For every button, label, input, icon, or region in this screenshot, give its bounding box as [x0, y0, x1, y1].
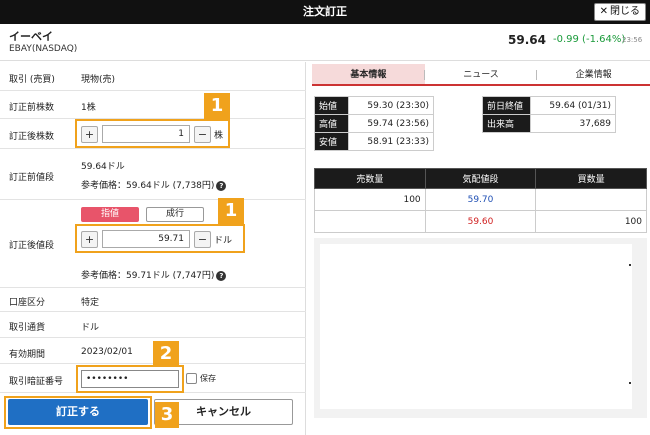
- current-price: 59.64: [508, 33, 546, 47]
- highlight-qty: [75, 119, 230, 148]
- close-button[interactable]: ✕ 閉じる: [593, 3, 646, 21]
- table-row: 安値 58.91 (23:33): [314, 132, 434, 151]
- board-header-buy: 買数量: [535, 168, 647, 189]
- window-titlebar: 注文訂正 ✕ 閉じる: [0, 0, 650, 24]
- open-label: 始値: [314, 96, 349, 115]
- board-buy-qty: 100: [535, 210, 647, 233]
- high-value: 59.74 (23:56): [348, 114, 434, 133]
- table-row: 売数量 気配値段 買数量: [314, 168, 647, 189]
- highlight-pin: [76, 365, 184, 393]
- volume-value: 37,689: [530, 114, 616, 133]
- pin-label: 取引暗証番号: [9, 377, 64, 387]
- limit-order-button[interactable]: 指値: [81, 207, 139, 222]
- low-value: 58.91 (23:33): [348, 132, 434, 151]
- save-pin-label: 保存: [200, 374, 216, 383]
- high-label: 高値: [314, 114, 349, 133]
- save-pin-checkbox[interactable]: [186, 373, 197, 384]
- stock-header: イーベイ EBAY(NASDAQ) 59.64 -0.99 (-1.64%) 2…: [0, 24, 650, 61]
- new-qty-label: 訂正後株数: [9, 132, 55, 142]
- table-row: 高値 59.74 (23:56): [314, 114, 434, 133]
- board-buy-qty: [535, 188, 647, 211]
- board-sell-qty: [314, 210, 426, 233]
- board-ask-price[interactable]: 59.70: [424, 188, 537, 211]
- row-account: 口座区分 特定: [0, 288, 306, 312]
- prev-close-label: 前日終値: [482, 96, 531, 115]
- table-row: 100 59.70: [314, 188, 647, 211]
- market-order-button[interactable]: 成行: [146, 207, 204, 222]
- row-trade-type: 取引 (売買) 現物(売): [0, 62, 306, 91]
- badge-1-qty: 1: [204, 93, 230, 119]
- table-row: 59.60 100: [314, 210, 647, 233]
- prev-price-value: 59.64ドル: [81, 162, 125, 172]
- info-icon[interactable]: ?: [216, 270, 227, 281]
- highlight-submit: [4, 396, 152, 429]
- info-panel: 基本情報 ニュース 企業情報 始値 59.30 (23:30) 高値 59.74…: [312, 62, 650, 435]
- table-row: 出来高 37,689: [482, 114, 616, 133]
- low-label: 安値: [314, 132, 349, 151]
- stock-name: イーベイ: [9, 30, 53, 43]
- price-time: 23:56: [622, 36, 643, 44]
- badge-3-submit: 3: [155, 402, 179, 428]
- prev-close-value: 59.64 (01/31): [530, 96, 616, 115]
- quote-table-left: 始値 59.30 (23:30) 高値 59.74 (23:56) 安値 58.…: [314, 96, 434, 151]
- board-header-sell: 売数量: [314, 168, 426, 189]
- currency-label: 取引通貨: [9, 323, 46, 333]
- board-bid-price[interactable]: 59.60: [424, 210, 537, 233]
- trade-type-label: 取引 (売買): [9, 75, 55, 85]
- chart-marker: [629, 382, 631, 384]
- chart-marker: [629, 264, 631, 266]
- account-value: 特定: [81, 298, 100, 308]
- highlight-price: [75, 224, 245, 253]
- open-value: 59.30 (23:30): [348, 96, 434, 115]
- row-prev-price: 訂正前値段 59.64ドル 参考価格：59.64ドル (7,738円)?: [0, 149, 306, 200]
- info-tabs: 基本情報 ニュース 企業情報: [312, 64, 650, 86]
- close-icon: ✕: [599, 6, 608, 17]
- quote-table-right: 前日終値 59.64 (01/31) 出来高 37,689: [482, 96, 616, 133]
- stock-exchange: EBAY(NASDAQ): [9, 44, 78, 54]
- board-sell-qty: 100: [314, 188, 426, 211]
- price-change: -0.99 (-1.64%): [553, 34, 626, 45]
- tab-company-info[interactable]: 企業情報: [537, 64, 650, 84]
- badge-2-pin: 2: [153, 341, 179, 367]
- trade-type-value: 現物(売): [81, 75, 116, 85]
- new-price-label: 訂正後値段: [9, 241, 55, 251]
- account-label: 口座区分: [9, 298, 46, 308]
- expiry-label: 有効期間: [9, 350, 46, 360]
- info-icon[interactable]: ?: [216, 180, 227, 191]
- order-board: 売数量 気配値段 買数量 100 59.70 59.60 100: [314, 168, 647, 233]
- prev-price-label: 訂正前値段: [9, 173, 55, 183]
- tab-news[interactable]: ニュース: [425, 64, 538, 84]
- chart-area: [314, 238, 647, 418]
- window-title: 注文訂正: [303, 5, 347, 18]
- badge-1-price: 1: [218, 198, 244, 224]
- row-prev-qty: 訂正前株数 1株: [0, 91, 306, 119]
- volume-label: 出来高: [482, 114, 531, 133]
- new-price-ref: 参考価格：59.71ドル (7,747円)?: [81, 268, 227, 281]
- currency-value: ドル: [81, 323, 100, 333]
- table-row: 始値 59.30 (23:30): [314, 96, 434, 115]
- tab-basic-info[interactable]: 基本情報: [312, 64, 425, 84]
- table-row: 前日終値 59.64 (01/31): [482, 96, 616, 115]
- prev-price-ref: 参考価格：59.64ドル (7,738円)?: [81, 178, 227, 191]
- chart-canvas: [320, 244, 632, 409]
- close-label: 閉じる: [610, 6, 640, 17]
- row-currency: 取引通貨 ドル: [0, 312, 306, 338]
- expiry-value: 2023/02/01: [81, 347, 133, 357]
- prev-qty-value: 1株: [81, 103, 96, 113]
- board-header-price: 気配値段: [424, 168, 537, 189]
- prev-qty-label: 訂正前株数: [9, 103, 55, 113]
